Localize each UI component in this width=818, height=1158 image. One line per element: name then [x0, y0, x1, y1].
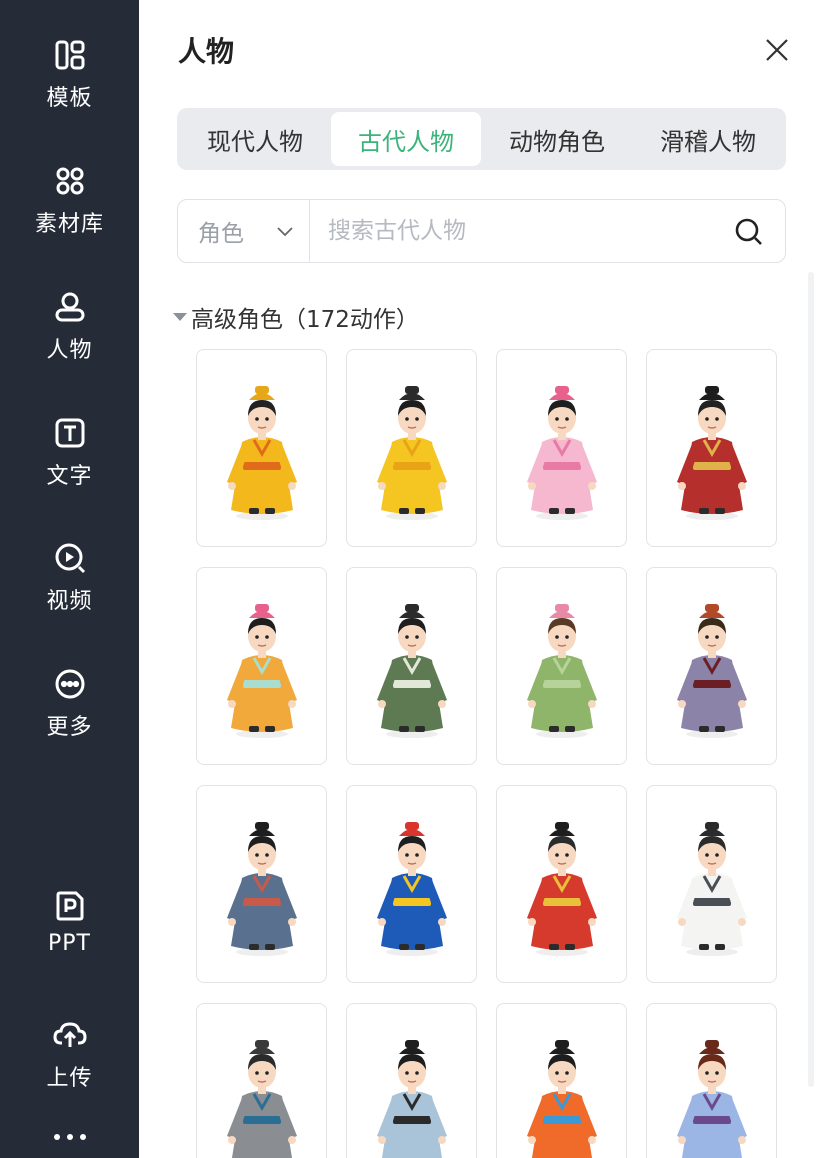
- panel-title: 人物: [178, 35, 235, 68]
- sidebar-item-materials[interactable]: 素材库: [0, 164, 139, 264]
- character-figure: [377, 1040, 447, 1158]
- character-figure: [677, 386, 747, 520]
- sidebar-item-label: 上传: [46, 1066, 93, 1091]
- role-select[interactable]: 角色: [178, 200, 310, 262]
- tab-animals[interactable]: 动物角色: [483, 112, 631, 166]
- tab-modern[interactable]: 现代人物: [181, 112, 329, 166]
- scrollbar[interactable]: [808, 272, 814, 1087]
- sidebar-item-ppt[interactable]: PPT: [0, 889, 139, 989]
- character-card[interactable]: [346, 785, 477, 983]
- character-figure: [527, 1040, 597, 1158]
- close-icon[interactable]: [763, 36, 791, 64]
- search-input[interactable]: [328, 210, 718, 252]
- sidebar-item-label: 更多: [46, 715, 93, 740]
- sidebar-item-characters[interactable]: 人物: [0, 290, 139, 390]
- section-header-advanced-roles[interactable]: 高级角色（172动作）: [173, 300, 419, 334]
- sidebar-item-text[interactable]: 文字: [0, 416, 139, 516]
- sidebar-item-label: 模板: [46, 86, 93, 111]
- character-card[interactable]: [346, 1003, 477, 1158]
- sidebar-item-label: 文字: [46, 464, 93, 489]
- caret-down-icon: [173, 313, 187, 321]
- character-figure: [377, 822, 447, 956]
- character-card[interactable]: [196, 1003, 327, 1158]
- ppt-icon: [53, 889, 87, 923]
- character-figure: [227, 822, 297, 956]
- character-figure: [527, 604, 597, 738]
- character-card[interactable]: [646, 785, 777, 983]
- app-root: 模板 素材库 人物 文字 视频 更多 PPT 上传 人物 现代人物 古代人物 动…: [0, 0, 818, 1158]
- video-icon: [53, 541, 87, 575]
- sidebar-item-label: PPT: [48, 931, 91, 956]
- character-figure: [227, 386, 297, 520]
- sidebar: 模板 素材库 人物 文字 视频 更多 PPT 上传: [0, 0, 139, 1158]
- sidebar-item-label: 人物: [46, 338, 93, 363]
- character-figure: [227, 1040, 297, 1158]
- user-icon: [53, 290, 87, 324]
- character-figure: [227, 604, 297, 738]
- chevron-down-icon: [277, 227, 293, 237]
- sidebar-item-upload[interactable]: 上传: [0, 1018, 139, 1118]
- character-card[interactable]: [196, 567, 327, 765]
- sidebar-item-label: 视频: [46, 589, 93, 614]
- character-card[interactable]: [496, 1003, 627, 1158]
- character-figure: [527, 386, 597, 520]
- search-icon[interactable]: [734, 217, 764, 247]
- section-title: 高级角色（172动作）: [191, 307, 419, 333]
- characters-panel: 人物 现代人物 古代人物 动物角色 滑稽人物 角色 搜索古代人物 高级角色（17…: [139, 0, 818, 1158]
- character-figure: [677, 604, 747, 738]
- more-circle-icon: [53, 667, 87, 701]
- character-card[interactable]: [496, 349, 627, 547]
- layout-icon: [53, 38, 87, 72]
- sidebar-item-video[interactable]: 视频: [0, 541, 139, 641]
- role-select-value: 角色: [198, 221, 244, 247]
- character-card[interactable]: [646, 349, 777, 547]
- text-icon: [53, 416, 87, 450]
- character-card[interactable]: [346, 349, 477, 547]
- cloud-upload-icon: [52, 1018, 87, 1052]
- sidebar-item-label: 素材库: [34, 212, 104, 237]
- materials-icon: [53, 164, 87, 198]
- character-card[interactable]: [496, 785, 627, 983]
- tab-ancient[interactable]: 古代人物: [331, 112, 481, 166]
- character-figure: [377, 386, 447, 520]
- character-card[interactable]: [496, 567, 627, 765]
- ellipsis-icon[interactable]: [0, 1124, 139, 1150]
- category-tabs: 现代人物 古代人物 动物角色 滑稽人物: [177, 108, 786, 170]
- character-figure: [527, 822, 597, 956]
- search-bar: 角色: [177, 199, 786, 263]
- character-card[interactable]: [196, 785, 327, 983]
- character-figure: [377, 604, 447, 738]
- character-card[interactable]: [646, 1003, 777, 1158]
- tab-funny[interactable]: 滑稽人物: [633, 112, 783, 166]
- character-figure: [677, 822, 747, 956]
- character-card[interactable]: [196, 349, 327, 547]
- sidebar-item-templates[interactable]: 模板: [0, 38, 139, 138]
- character-card[interactable]: [346, 567, 477, 765]
- character-figure: [677, 1040, 747, 1158]
- sidebar-item-more[interactable]: 更多: [0, 667, 139, 767]
- character-card[interactable]: [646, 567, 777, 765]
